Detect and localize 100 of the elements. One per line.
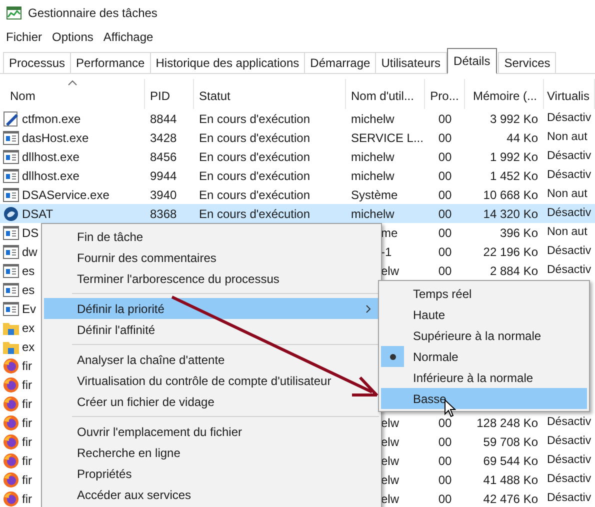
app-window-icon (3, 264, 19, 278)
menu-item[interactable]: Fin de tâche (44, 226, 379, 247)
menu-item[interactable]: Définir l'affinité (44, 319, 379, 340)
table-cell-text: fir (22, 452, 32, 470)
table-cell-text: Non aut (547, 186, 588, 202)
tab[interactable]: Utilisateurs (375, 52, 447, 73)
table-cell-text: ex (22, 338, 35, 356)
tab[interactable]: Détails (446, 48, 498, 74)
fox-browser-icon (3, 376, 19, 392)
table-cell-text: Désactiv (547, 414, 592, 430)
app-icon (6, 5, 22, 21)
table-cell-text: 00 (438, 206, 452, 222)
window-title: Gestionnaire des tâches (28, 5, 158, 22)
menu-item[interactable]: Temps réel (381, 283, 587, 304)
table-cell-text: Désactiv (547, 452, 592, 468)
menu-item[interactable]: Inférieure à la normale (381, 367, 587, 388)
table-cell-text: 00 (438, 262, 452, 280)
table-cell-text: Désactiv (547, 206, 592, 221)
menu-item[interactable]: Analyser la chaîne d'attente (44, 349, 379, 370)
column-header[interactable]: Nom d'util... (346, 79, 425, 109)
fox-browser-icon (3, 490, 19, 506)
table-cell-text: -1 (381, 244, 392, 260)
table-cell-text: 8368 (150, 206, 177, 222)
app-window-icon (3, 282, 19, 296)
table-cell-text: fir (22, 358, 32, 374)
table-cell-text: elw (381, 490, 400, 507)
table-cell-text: dllhost.exe (22, 148, 80, 166)
menu-item[interactable]: Recherche en ligne (44, 442, 379, 463)
menu-item[interactable]: Terminer l'arborescence du processus (44, 268, 379, 289)
table-cell-text: Désactiv (547, 168, 592, 183)
column-header[interactable]: Mémoire (... (465, 79, 544, 109)
table-cell-text: dw (22, 244, 38, 260)
table-cell-text: fir (22, 376, 32, 394)
table-cell-text: dllhost.exe (22, 168, 80, 184)
menu-item[interactable]: Créer un fichier de vidage (44, 391, 379, 412)
fox-browser-icon (3, 472, 19, 488)
table-cell-text: 00 (438, 148, 452, 166)
table-cell-text: 00 (438, 472, 452, 488)
menu-item[interactable]: Haute (381, 304, 587, 325)
menu-item[interactable]: Fichier (1, 26, 48, 48)
table-cell-text: 3940 (150, 186, 177, 204)
pen-icon (3, 110, 19, 126)
table-cell-text: En cours d'exécution (199, 130, 310, 146)
menu-item[interactable]: Normale (381, 346, 587, 367)
table-cell-text: Désactiv (547, 244, 592, 259)
table-cell-text: 128 248 Ko (476, 414, 538, 432)
table-cell-text: En cours d'exécution (199, 168, 310, 184)
table-cell-text: fir (22, 414, 32, 432)
table-cell-text: michelw (351, 206, 394, 222)
table-cell-text: 00 (438, 414, 452, 432)
table-cell-text: Désactiv (547, 262, 592, 278)
table-cell-text: Désactiv (547, 110, 592, 126)
table-cell-text: 10 668 Ko (483, 186, 538, 204)
fox-browser-icon (3, 434, 19, 450)
app-window-icon (3, 168, 19, 182)
column-header[interactable]: Nom (0, 79, 145, 109)
menu-item[interactable]: Propriétés (44, 463, 379, 484)
table-cell-text: 2 884 Ko (490, 262, 538, 280)
fox-browser-icon (3, 452, 19, 468)
tab[interactable]: Processus (3, 52, 72, 73)
table-cell-text: 8844 (150, 110, 177, 128)
menu-item[interactable]: Options (47, 26, 98, 48)
menu-item[interactable]: Affichage (98, 26, 158, 48)
table-cell-text: 42 476 Ko (483, 490, 538, 507)
table-cell-text: michelw (351, 168, 394, 184)
table-cell-text: 00 (438, 186, 452, 204)
table-cell-text: 00 (438, 490, 452, 507)
table-cell-text: Non aut (547, 224, 588, 240)
menu-item[interactable]: Basse (381, 388, 587, 409)
column-header[interactable]: Pro... (425, 79, 465, 109)
column-header[interactable]: PID (145, 79, 194, 109)
table-cell-text: elw (381, 472, 400, 488)
table-cell-text: elw (381, 434, 400, 450)
table-cell-text: SERVICE L... (351, 130, 424, 146)
menu-item[interactable]: Définir la priorité (44, 298, 379, 319)
column-header[interactable]: Statut (194, 79, 346, 109)
fox-browser-icon (3, 358, 19, 374)
table-cell-text: 396 Ko (500, 224, 538, 242)
tab[interactable]: Services (498, 52, 556, 73)
app-window-icon (3, 302, 19, 316)
menu-item[interactable]: Virtualisation du contrôle de compte d'utilisateur (44, 370, 379, 391)
table-cell-text: 1 992 Ko (490, 148, 538, 166)
table-cell-text: es (22, 282, 35, 298)
table-cell-text: michelw (351, 110, 394, 128)
table-cell-text: elw (381, 262, 400, 280)
menu-item[interactable]: Accéder aux services (44, 484, 379, 505)
table-cell-text: Désactiv (547, 490, 592, 506)
table-cell-text: 00 (438, 168, 452, 184)
table-cell-text: 3428 (150, 130, 177, 146)
table-cell-text: Système (351, 186, 398, 204)
table-cell-text: ex (22, 320, 35, 336)
mouse-cursor-icon (444, 399, 456, 418)
table-cell-text: Désactiv (547, 434, 592, 449)
menu-item[interactable]: Ouvrir l'emplacement du fichier (44, 421, 379, 442)
table-cell-text: elw (381, 414, 400, 432)
menu-item[interactable]: Supérieure à la normale (381, 325, 587, 346)
table-cell-text: 1 452 Ko (490, 168, 538, 184)
column-header[interactable]: Virtualis (544, 79, 595, 109)
menu-item[interactable]: Fournir des commentaires (44, 247, 379, 268)
table-cell-text: 00 (438, 130, 452, 146)
